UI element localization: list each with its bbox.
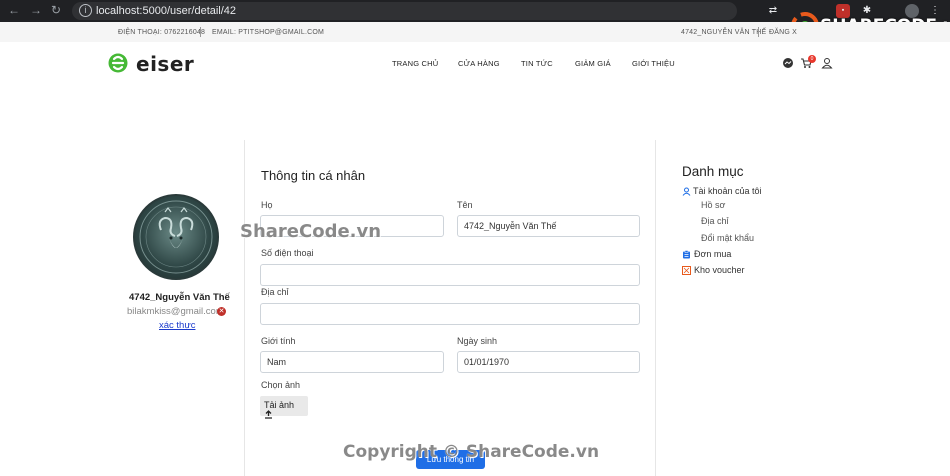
ram-emblem-icon bbox=[139, 200, 213, 274]
image-label: Chọn ảnh bbox=[261, 380, 301, 390]
phone-label: Số điện thoại bbox=[261, 248, 314, 258]
menu-item-home[interactable]: TRANG CHỦ bbox=[392, 59, 438, 68]
sidebar-item-orders[interactable]: Đơn mua bbox=[694, 249, 731, 259]
logo-text: eiser bbox=[136, 52, 195, 76]
sidebar-item-voucher[interactable]: Kho voucher bbox=[694, 265, 745, 275]
ten-input[interactable] bbox=[457, 215, 640, 237]
gender-label: Giới tính bbox=[261, 336, 296, 346]
sidebar-item-account[interactable]: Tài khoản của tôi bbox=[693, 186, 762, 196]
column-divider-left bbox=[244, 140, 245, 476]
topbar-divider bbox=[200, 27, 201, 37]
voucher-icon bbox=[682, 266, 691, 275]
site-info-icon[interactable]: i bbox=[79, 4, 92, 17]
cart-count-badge: 0 bbox=[808, 55, 816, 63]
phone-input[interactable] bbox=[260, 264, 640, 286]
avatar bbox=[133, 194, 219, 280]
topbar-user[interactable]: 4742_NGUYỄN VĂN THẾ bbox=[681, 29, 766, 36]
topbar-phone: ĐIỆN THOẠI: 0762216048 bbox=[118, 29, 206, 36]
topbar-email: EMAIL: PTITSHOP@GMAIL.COM bbox=[212, 29, 325, 36]
topbar-logout[interactable]: ĐĂNG X bbox=[769, 29, 797, 36]
ten-label: Tên bbox=[457, 200, 473, 210]
profile-email: bilakmkiss@gmail.com bbox=[127, 306, 224, 317]
back-icon[interactable]: ← bbox=[8, 3, 20, 17]
reload-icon[interactable]: ↻ bbox=[51, 3, 61, 17]
column-divider-right bbox=[655, 140, 656, 476]
top-info-bar: ĐIỆN THOẠI: 0762216048 EMAIL: PTITSHOP@G… bbox=[0, 22, 950, 42]
clipboard-icon bbox=[683, 250, 690, 259]
address-input[interactable] bbox=[260, 303, 640, 325]
topbar-divider bbox=[758, 27, 759, 37]
menu-item-shop[interactable]: CỬA HÀNG bbox=[458, 59, 500, 68]
dob-input[interactable] bbox=[457, 351, 640, 373]
sidebar-item-profile[interactable]: Hồ sơ bbox=[701, 200, 725, 210]
sidebar-item-address[interactable]: Địa chỉ bbox=[701, 216, 729, 226]
address-bar[interactable]: i localhost:5000/user/detail/42 bbox=[72, 2, 737, 20]
gender-select[interactable] bbox=[260, 351, 444, 373]
menu-item-news[interactable]: TIN TỨC bbox=[521, 59, 553, 68]
menu-item-about[interactable]: GIỚI THIỆU bbox=[632, 59, 675, 68]
sidebar-item-password[interactable]: Đổi mật khẩu bbox=[701, 233, 754, 243]
upload-button-label: Tải ảnh bbox=[264, 400, 295, 410]
sidebar-title: Danh mục bbox=[682, 164, 744, 179]
profile-username: 4742_Nguyễn Văn Thế bbox=[129, 292, 230, 303]
watermark-center: ShareCode.vn bbox=[240, 221, 382, 242]
form-title: Thông tin cá nhân bbox=[261, 168, 366, 183]
forward-icon[interactable]: → bbox=[30, 3, 42, 17]
user-icon[interactable] bbox=[821, 57, 833, 69]
dob-label: Ngày sinh bbox=[457, 336, 498, 346]
translate-icon[interactable]: ⇄ bbox=[766, 4, 780, 18]
address-label: Địa chỉ bbox=[261, 287, 289, 297]
logo-mark-icon bbox=[108, 53, 128, 73]
watermark-bottom: Copyright © ShareCode.vn bbox=[343, 442, 600, 462]
ho-label: Họ bbox=[261, 200, 273, 210]
upload-icon bbox=[265, 410, 272, 419]
menu-item-sale[interactable]: GIẢM GIÁ bbox=[575, 59, 611, 68]
verify-link[interactable]: xác thực bbox=[159, 320, 195, 331]
messenger-icon[interactable] bbox=[782, 57, 794, 69]
account-icon bbox=[682, 187, 691, 196]
url-text: localhost:5000/user/detail/42 bbox=[96, 5, 237, 17]
unverified-icon: ✕ bbox=[217, 307, 226, 316]
upload-button[interactable]: Tải ảnh bbox=[260, 396, 308, 419]
